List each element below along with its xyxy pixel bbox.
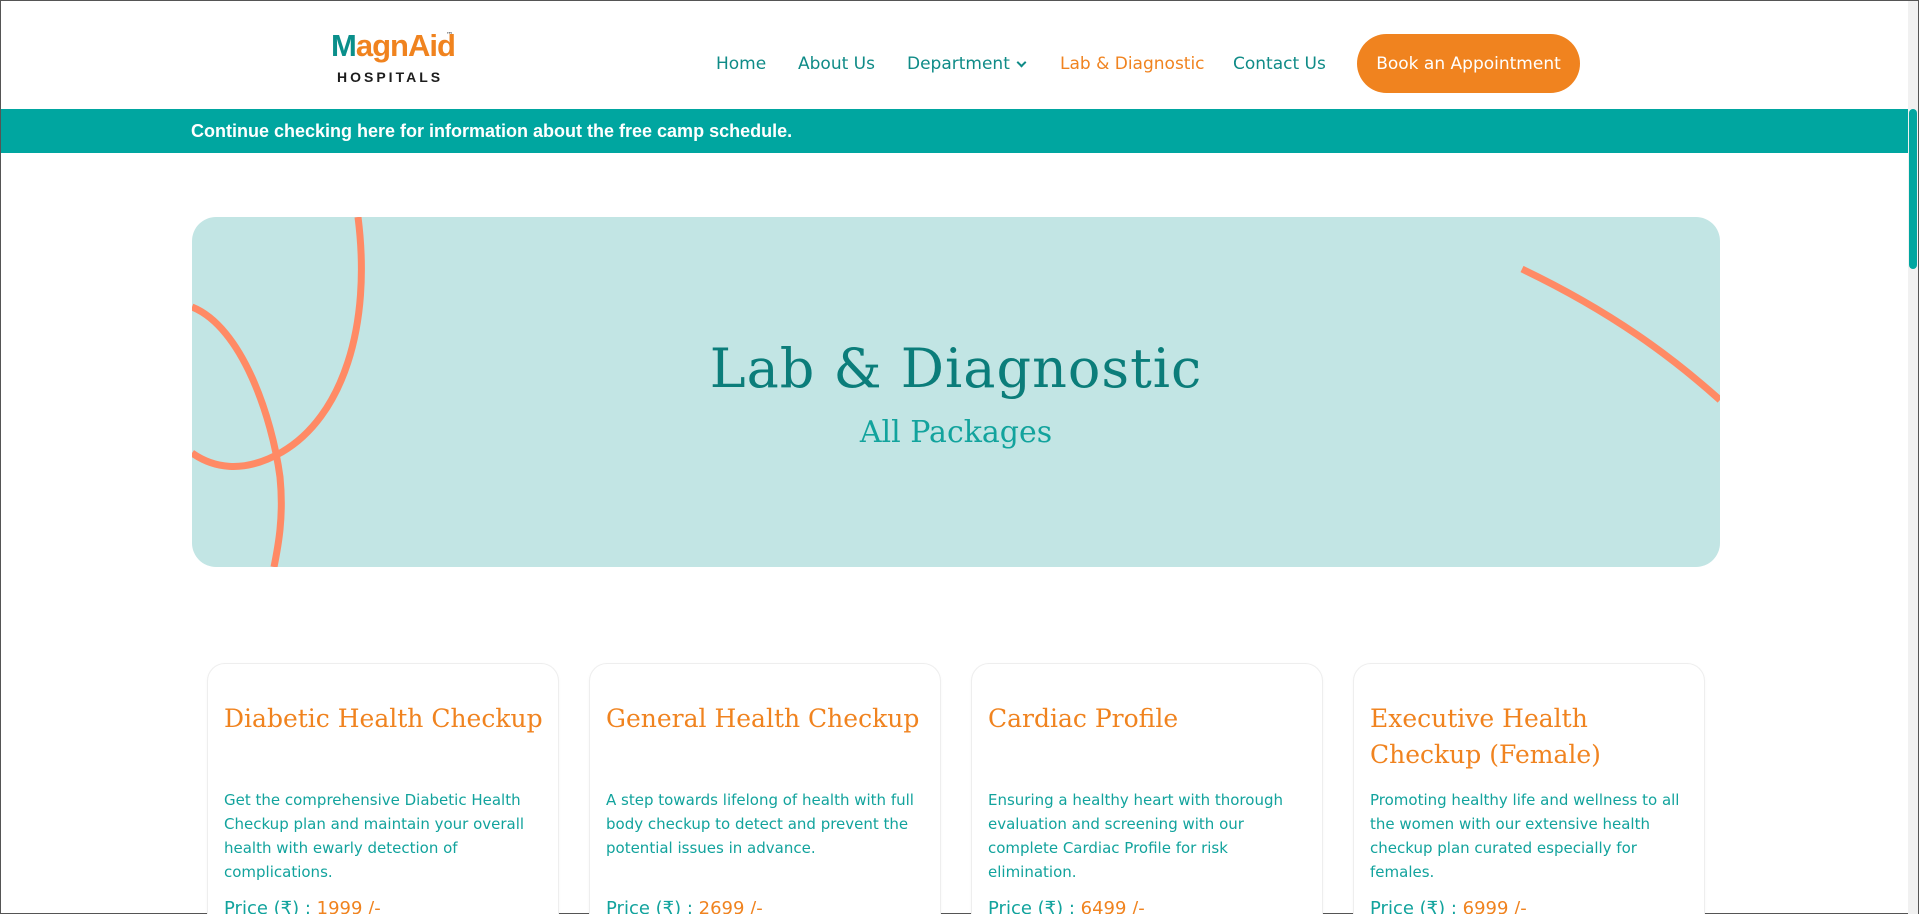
package-description: Get the comprehensive Diabetic Health Ch… bbox=[224, 791, 525, 881]
scrollbar-thumb[interactable] bbox=[1909, 109, 1917, 269]
price-amount: 1999 /- bbox=[316, 898, 381, 914]
book-appointment-button[interactable]: Book an Appointment bbox=[1357, 34, 1580, 93]
page-subtitle: All Packages bbox=[859, 415, 1053, 450]
notice-bar: Continue checking here for information a… bbox=[1, 109, 1910, 153]
package-description: Promoting healthy life and wellness to a… bbox=[1370, 791, 1680, 881]
package-card[interactable]: Diabetic Health Checkup Get the comprehe… bbox=[207, 663, 559, 914]
nav-contact-us[interactable]: Contact Us bbox=[1233, 53, 1326, 75]
nav-department-label: Department bbox=[907, 54, 1010, 74]
package-description: Ensuring a healthy heart with thorough e… bbox=[988, 791, 1283, 881]
page-title: Lab & Diagnostic bbox=[709, 337, 1203, 400]
magnaid-logo[interactable]: MagnAid ™ HOSPITALS bbox=[331, 28, 456, 87]
package-title: Diabetic Health Checkup bbox=[224, 704, 543, 733]
package-price: Price (₹) : 6999 /- bbox=[1370, 898, 1527, 914]
nav-about-us[interactable]: About Us bbox=[798, 53, 875, 75]
logo-trademark: ™ bbox=[446, 31, 453, 39]
price-label: Price (₹) : bbox=[1370, 898, 1463, 914]
package-title: General Health Checkup bbox=[606, 704, 920, 733]
hero-banner: Lab & Diagnostic All Packages bbox=[192, 217, 1720, 567]
page-scrollbar[interactable] bbox=[1908, 1, 1918, 914]
package-title: Cardiac Profile bbox=[988, 704, 1179, 733]
package-card[interactable]: Cardiac Profile Ensuring a healthy heart… bbox=[971, 663, 1323, 914]
package-title: Executive Health Checkup (Female) bbox=[1370, 704, 1601, 769]
nav-lab-diagnostic[interactable]: Lab & Diagnostic bbox=[1060, 53, 1205, 75]
package-card[interactable]: Executive Health Checkup (Female) Promot… bbox=[1353, 663, 1705, 914]
nav-department[interactable]: Department bbox=[907, 53, 1027, 75]
nav-home[interactable]: Home bbox=[716, 53, 766, 75]
price-label: Price (₹) : bbox=[988, 898, 1081, 914]
package-price: Price (₹) : 2699 /- bbox=[606, 898, 763, 914]
notice-text: Continue checking here for information a… bbox=[191, 121, 793, 141]
chevron-down-icon bbox=[1016, 57, 1027, 68]
price-label: Price (₹) : bbox=[606, 898, 699, 914]
price-label: Price (₹) : bbox=[224, 898, 317, 914]
package-description: A step towards lifelong of health with f… bbox=[606, 791, 914, 857]
price-amount: 2699 /- bbox=[698, 898, 763, 914]
price-amount: 6499 /- bbox=[1080, 898, 1145, 914]
site-header: MagnAid ™ HOSPITALS Home About Us Depart… bbox=[1, 1, 1910, 109]
package-price: Price (₹) : 1999 /- bbox=[224, 898, 381, 914]
logo-subtitle: HOSPITALS bbox=[337, 69, 444, 85]
price-amount: 6999 /- bbox=[1462, 898, 1527, 914]
package-card[interactable]: General Health Checkup A step towards li… bbox=[589, 663, 941, 914]
logo-letters-rest: agnAid bbox=[355, 28, 456, 63]
logo-letter-m: M bbox=[331, 28, 357, 63]
logo-wordmark: MagnAid bbox=[331, 28, 456, 63]
package-price: Price (₹) : 6499 /- bbox=[988, 898, 1145, 914]
